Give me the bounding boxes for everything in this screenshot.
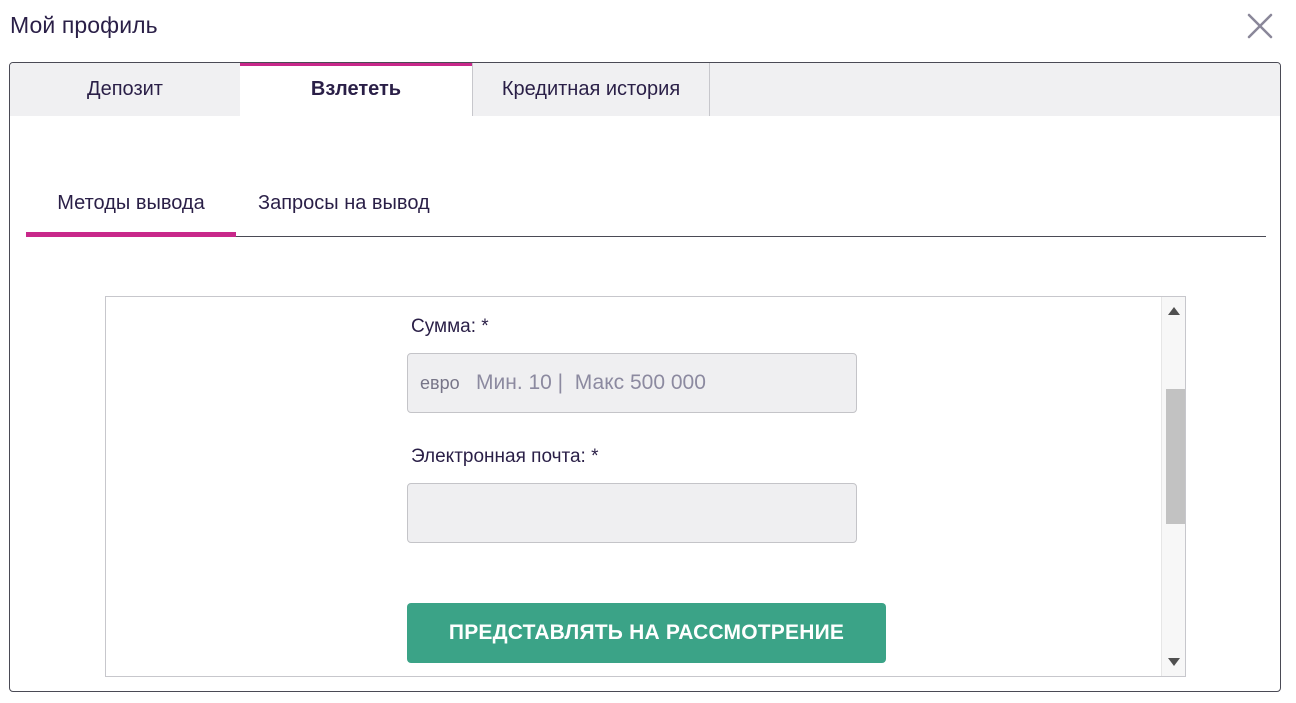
amount-label: Сумма: * xyxy=(411,316,489,337)
tab-deposit[interactable]: Депозит xyxy=(10,63,240,116)
subtab-withdrawal-methods[interactable]: Методы вывода xyxy=(26,171,236,237)
subtab-withdrawal-requests[interactable]: Запросы на вывод xyxy=(258,171,430,236)
tab-bar: Депозит Взлететь Кредитная история xyxy=(10,63,1280,116)
tab-credit-history[interactable]: Кредитная история xyxy=(472,63,710,116)
amount-field[interactable]: евро xyxy=(407,353,857,413)
currency-label: евро xyxy=(420,373,460,393)
submit-button[interactable]: ПРЕДСТАВЛЯТЬ НА РАССМОТРЕНИЕ xyxy=(407,603,886,663)
close-icon[interactable] xyxy=(1244,10,1276,42)
amount-input[interactable] xyxy=(476,362,846,404)
withdrawal-form-frame: Сумма: * евро Электронная почта: * ПРЕДС… xyxy=(105,296,1186,677)
email-field[interactable] xyxy=(407,483,857,543)
email-label: Электронная почта: * xyxy=(411,446,599,467)
subtab-bar: Методы вывода Запросы на вывод xyxy=(26,171,1266,237)
scroll-down-arrow[interactable] xyxy=(1162,650,1185,674)
tab-takeoff[interactable]: Взлететь xyxy=(240,63,472,116)
scrollbar[interactable] xyxy=(1161,297,1185,676)
profile-panel: Депозит Взлететь Кредитная история Метод… xyxy=(9,62,1281,692)
triangle-up-icon xyxy=(1168,307,1180,315)
triangle-down-icon xyxy=(1168,658,1180,666)
page-title: Мой профиль xyxy=(10,12,158,38)
scroll-thumb[interactable] xyxy=(1166,389,1185,524)
email-input[interactable] xyxy=(420,492,844,534)
scroll-up-arrow[interactable] xyxy=(1162,299,1185,323)
close-button[interactable] xyxy=(1244,10,1276,42)
